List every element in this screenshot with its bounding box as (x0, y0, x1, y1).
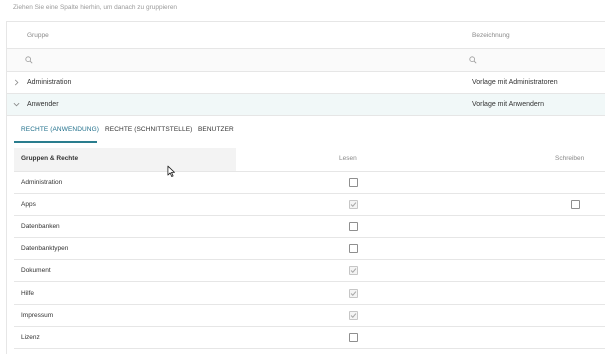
rights-column-header[interactable]: Gruppen & Rechte (14, 148, 236, 171)
write-checkbox[interactable] (571, 200, 580, 209)
active-tab-indicator (14, 141, 97, 143)
rights-row: Datenbanktypen (14, 238, 605, 260)
group-row[interactable]: Administration Vorlage mit Administrator… (7, 72, 605, 94)
group-detail-panel: RECHTE (ANWENDUNG) RECHTE (SCHNITTSTELLE… (7, 116, 605, 354)
column-header-lesen[interactable]: Lesen (339, 155, 357, 162)
checkmark-icon (350, 268, 357, 274)
group-name: Administration (27, 79, 72, 86)
right-name: Lizenz (21, 334, 40, 341)
group-row[interactable]: Anwender Vorlage mit Anwendern (7, 94, 605, 116)
right-name: Impressum (21, 312, 54, 319)
column-header-gruppen-rechte: Gruppen & Rechte (21, 155, 79, 162)
column-header-schreiben[interactable]: Schreiben (555, 155, 584, 162)
read-checkbox[interactable] (349, 200, 358, 209)
tab-benutzer[interactable]: BENUTZER (198, 126, 234, 133)
column-header-bezeichnung[interactable]: Bezeichnung (472, 32, 510, 39)
filter-row (7, 49, 605, 72)
column-header-gruppe[interactable]: Gruppe (27, 32, 49, 39)
checkmark-icon (350, 313, 357, 319)
rights-row: Datenbanken (14, 216, 605, 238)
rights-row: Impressum (14, 305, 605, 327)
read-checkbox[interactable] (349, 222, 358, 231)
right-name: Dokument (21, 267, 51, 274)
chevron-right-icon[interactable] (13, 79, 20, 86)
grid-header: Gruppe Bezeichnung (7, 22, 605, 49)
read-checkbox[interactable] (349, 311, 358, 320)
rights-row: Lizenz (14, 327, 605, 349)
search-icon[interactable] (25, 56, 33, 64)
read-checkbox[interactable] (349, 289, 358, 298)
rights-row: Hilfe (14, 283, 605, 305)
chevron-down-icon[interactable] (13, 101, 20, 108)
tab-rechte-anwendung[interactable]: RECHTE (ANWENDUNG) (21, 126, 99, 133)
groups-grid: Gruppe Bezeichnung Administration Vorlag… (6, 21, 605, 354)
mouse-cursor-icon (167, 165, 175, 177)
search-icon[interactable] (469, 56, 477, 64)
read-checkbox[interactable] (349, 244, 358, 253)
read-checkbox[interactable] (349, 266, 358, 275)
right-name: Datenbanken (21, 223, 60, 230)
right-name: Administration (21, 179, 63, 186)
rights-row: Dokument (14, 260, 605, 282)
right-name: Hilfe (21, 290, 35, 297)
tab-rechte-schnittstelle[interactable]: RECHTE (SCHNITTSTELLE) (105, 126, 192, 133)
checkmark-icon (350, 291, 357, 297)
right-name: Datenbanktypen (21, 245, 69, 252)
right-name: Apps (21, 201, 36, 208)
group-by-drop-zone: Ziehen Sie eine Spalte hierhin, um danac… (13, 4, 178, 11)
group-description: Vorlage mit Anwendern (472, 101, 544, 108)
read-checkbox[interactable] (349, 333, 358, 342)
checkmark-icon (350, 202, 357, 208)
rights-row: Administration (14, 172, 605, 194)
group-name: Anwender (27, 101, 59, 108)
rights-row: Apps (14, 194, 605, 216)
read-checkbox[interactable] (349, 178, 358, 187)
group-description: Vorlage mit Administratoren (472, 79, 558, 86)
